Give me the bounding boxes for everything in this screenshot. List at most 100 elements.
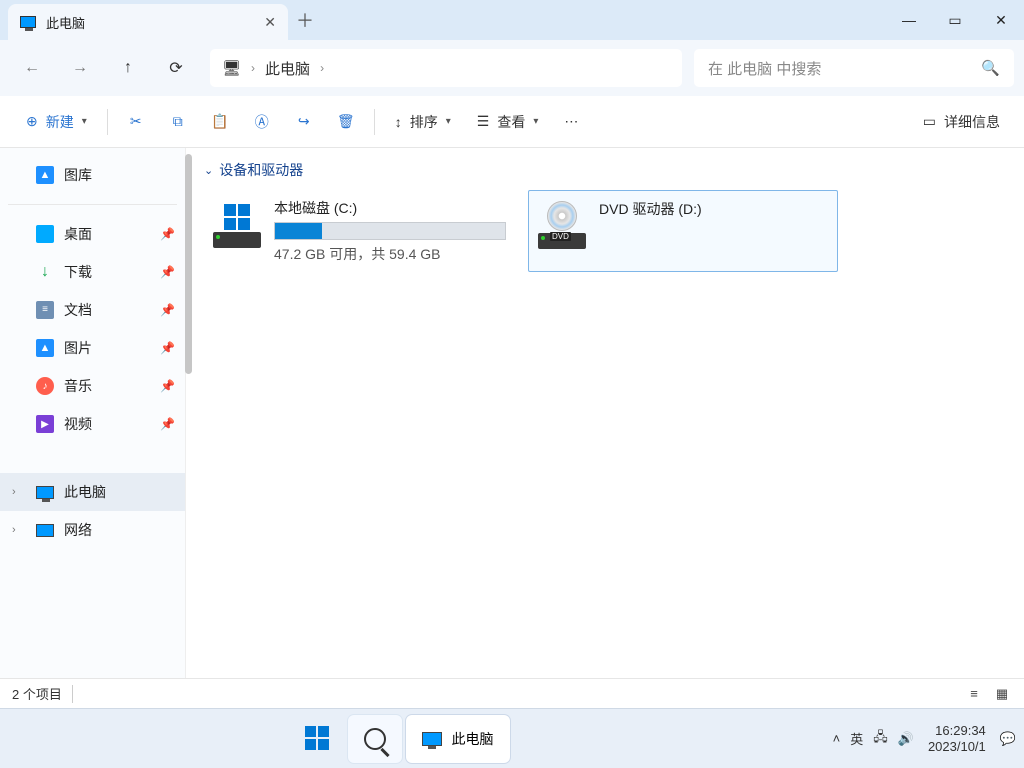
more-button[interactable]: ⋯ xyxy=(552,107,590,136)
tiles-view-button[interactable]: ▦ xyxy=(992,685,1012,703)
group-header-devices[interactable]: ⌄ 设备和驱动器 xyxy=(204,160,1008,180)
dvd-badge: DVD xyxy=(550,232,571,241)
sidebar-item-label: 图库 xyxy=(64,165,92,185)
back-button[interactable]: ← xyxy=(10,48,54,88)
taskbar: 此电脑 ˄ 英 🖧 🔊 16:29:34 2023/10/1 💬 xyxy=(0,708,1024,768)
restore-button[interactable]: ▭ xyxy=(932,0,978,40)
time: 16:29:34 xyxy=(935,723,986,739)
copy-button[interactable]: ⧉ xyxy=(158,107,198,136)
drive-usage-text: 47.2 GB 可用，共 59.4 GB xyxy=(274,244,506,264)
gallery-icon: ▲ xyxy=(36,166,54,184)
drive-dvd-d[interactable]: DVD DVD 驱动器 (D:) xyxy=(528,190,838,272)
paste-button[interactable]: 📋 xyxy=(200,107,240,136)
minimize-button[interactable]: — xyxy=(886,0,932,40)
sidebar-item-label: 下载 xyxy=(64,262,92,282)
chevron-right-icon[interactable]: › xyxy=(12,486,26,498)
refresh-button[interactable]: ⟳ xyxy=(154,48,198,88)
sidebar-item-downloads[interactable]: ↓ 下载 📌 xyxy=(0,253,185,291)
sidebar-item-label: 桌面 xyxy=(64,224,92,244)
view-icon: ☰ xyxy=(477,113,490,130)
item-count: 2 个项目 xyxy=(12,684,62,703)
pin-icon: 📌 xyxy=(160,265,175,279)
chevron-down-icon: ▾ xyxy=(533,116,538,127)
details-icon: ▭ xyxy=(923,113,936,130)
ime-indicator[interactable]: 英 xyxy=(850,729,863,748)
search-box[interactable]: 在 此电脑 中搜索 🔍 xyxy=(694,49,1014,87)
taskbar-search-button[interactable] xyxy=(348,715,402,763)
hdd-icon xyxy=(212,198,262,248)
search-placeholder: 在 此电脑 中搜索 xyxy=(708,58,821,79)
sidebar-item-documents[interactable]: ≡ 文档 📌 xyxy=(0,291,185,329)
chevron-right-icon[interactable]: › xyxy=(320,61,324,75)
notifications-button[interactable]: 💬 xyxy=(1000,731,1016,747)
search-icon[interactable]: 🔍 xyxy=(981,59,1000,77)
sidebar-item-label: 音乐 xyxy=(64,376,92,396)
cut-button[interactable]: ✂ xyxy=(116,107,156,136)
tab-title: 此电脑 xyxy=(46,13,254,32)
separator xyxy=(107,109,108,135)
plus-circle-icon: ⊕ xyxy=(26,113,38,130)
details-view-button[interactable]: ≡ xyxy=(964,685,984,703)
titlebar: 此电脑 ✕ ＋ — ▭ ✕ xyxy=(0,0,1024,40)
navbar: ← → ↑ ⟳ 🖥 › 此电脑 › 在 此电脑 中搜索 🔍 xyxy=(0,40,1024,96)
sidebar-item-label: 文档 xyxy=(64,300,92,320)
share-icon: ↪ xyxy=(298,113,310,130)
start-button[interactable] xyxy=(290,715,344,763)
sidebar-item-pictures[interactable]: ▲ 图片 📌 xyxy=(0,329,185,367)
drive-name: DVD 驱动器 (D:) xyxy=(599,199,829,219)
forward-button[interactable]: → xyxy=(58,48,102,88)
taskbar-app-label: 此电脑 xyxy=(452,729,494,749)
network-icon[interactable]: 🖧 xyxy=(873,728,888,750)
separator xyxy=(8,204,177,205)
pictures-icon: ▲ xyxy=(36,339,54,357)
delete-button[interactable]: 🗑 xyxy=(326,107,366,136)
sidebar-item-gallery[interactable]: ▲ 图库 xyxy=(0,156,185,194)
windows-logo-icon xyxy=(305,726,329,750)
search-icon xyxy=(364,728,386,750)
view-button[interactable]: ☰ 查看 ▾ xyxy=(465,106,551,138)
sidebar-item-videos[interactable]: ▶ 视频 📌 xyxy=(0,405,185,443)
new-label: 新建 xyxy=(46,112,74,132)
trash-icon: 🗑 xyxy=(337,113,355,130)
sidebar-item-music[interactable]: ♪ 音乐 📌 xyxy=(0,367,185,405)
pin-icon: 📌 xyxy=(160,417,175,431)
sort-button[interactable]: ↕ 排序 ▾ xyxy=(383,106,463,138)
new-tab-button[interactable]: ＋ xyxy=(288,7,322,33)
rename-icon: Ⓐ xyxy=(255,112,269,132)
sidebar-item-label: 图片 xyxy=(64,338,92,358)
toolbar: ⊕ 新建 ▾ ✂ ⧉ 📋 Ⓐ ↪ 🗑 ↕ 排序 ▾ ☰ 查看 ▾ ⋯ ▭ 详细信… xyxy=(0,96,1024,148)
taskbar-app-explorer[interactable]: 此电脑 xyxy=(406,715,510,763)
tray-overflow-button[interactable]: ˄ xyxy=(833,731,841,746)
music-icon: ♪ xyxy=(36,377,54,395)
new-button[interactable]: ⊕ 新建 ▾ xyxy=(14,106,99,138)
share-button[interactable]: ↪ xyxy=(284,107,324,136)
this-pc-icon xyxy=(36,486,54,499)
chevron-down-icon: ▾ xyxy=(82,116,87,127)
close-window-button[interactable]: ✕ xyxy=(978,0,1024,40)
browser-tab[interactable]: 此电脑 ✕ xyxy=(8,4,288,40)
drive-local-c[interactable]: 本地磁盘 (C:) 47.2 GB 可用，共 59.4 GB xyxy=(204,190,514,272)
sort-icon: ↕ xyxy=(395,114,402,130)
chevron-right-icon[interactable]: › xyxy=(12,524,26,536)
address-bar[interactable]: 🖥 › 此电脑 › xyxy=(210,49,682,87)
video-icon: ▶ xyxy=(36,415,54,433)
status-bar: 2 个项目 ≡ ▦ xyxy=(0,678,1024,708)
sidebar-item-this-pc[interactable]: › 此电脑 xyxy=(0,473,185,511)
pin-icon: 📌 xyxy=(160,227,175,241)
clock[interactable]: 16:29:34 2023/10/1 xyxy=(928,723,986,754)
sidebar-item-desktop[interactable]: 桌面 📌 xyxy=(0,215,185,253)
date: 2023/10/1 xyxy=(928,739,986,755)
this-pc-icon xyxy=(422,732,442,746)
volume-icon[interactable]: 🔊 xyxy=(898,731,914,747)
up-button[interactable]: ↑ xyxy=(106,48,150,88)
details-label: 详细信息 xyxy=(944,112,1000,132)
rename-button[interactable]: Ⓐ xyxy=(242,106,282,138)
details-pane-button[interactable]: ▭ 详细信息 xyxy=(913,106,1010,138)
drive-name: 本地磁盘 (C:) xyxy=(274,198,506,218)
group-header-label: 设备和驱动器 xyxy=(219,160,303,180)
separator xyxy=(72,685,73,703)
sidebar-item-network[interactable]: › 网络 xyxy=(0,511,185,549)
close-tab-button[interactable]: ✕ xyxy=(264,14,276,31)
system-tray: ˄ 英 🖧 🔊 16:29:34 2023/10/1 💬 xyxy=(833,723,1016,754)
chevron-down-icon: ▾ xyxy=(446,116,451,127)
